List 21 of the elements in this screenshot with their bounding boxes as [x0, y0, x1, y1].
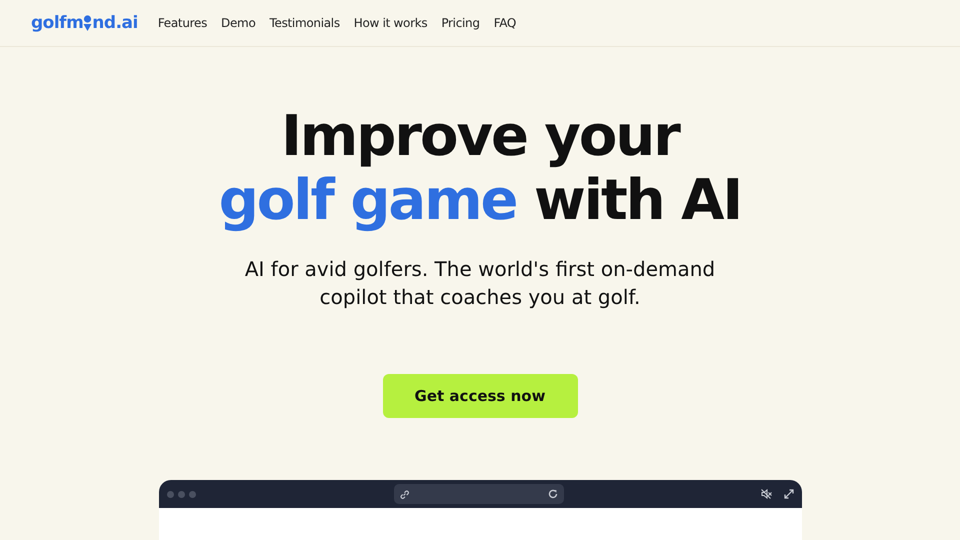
- logo-text: nd.ai: [92, 13, 138, 33]
- logo[interactable]: golfm nd.ai: [31, 13, 138, 33]
- nav-link[interactable]: Demo: [221, 16, 256, 30]
- nav-link[interactable]: How it works: [354, 16, 428, 30]
- golf-tee-icon: [83, 15, 92, 33]
- logo-text: golfm: [31, 13, 84, 33]
- window-dot: [178, 490, 184, 498]
- nav-link[interactable]: Pricing: [441, 16, 480, 30]
- mute-icon[interactable]: [760, 489, 772, 499]
- window-dot: [166, 490, 174, 498]
- get-access-button[interactable]: Get access now: [382, 374, 578, 418]
- hero-subtitle: AI for avid golfers. The world's first on-demand copilot that coaches you at golf.: [244, 256, 716, 311]
- nav-link[interactable]: Testimonials: [270, 16, 340, 30]
- window-dot: [188, 490, 196, 498]
- link-icon: [400, 490, 408, 498]
- nav-link[interactable]: FAQ: [494, 16, 516, 30]
- hero-headline: Improve your: [280, 105, 681, 169]
- hero-headline: golf game with AI: [218, 169, 742, 233]
- fullscreen-icon[interactable]: [784, 489, 794, 499]
- nav-link[interactable]: Features: [158, 16, 208, 30]
- reload-icon[interactable]: [548, 489, 558, 499]
